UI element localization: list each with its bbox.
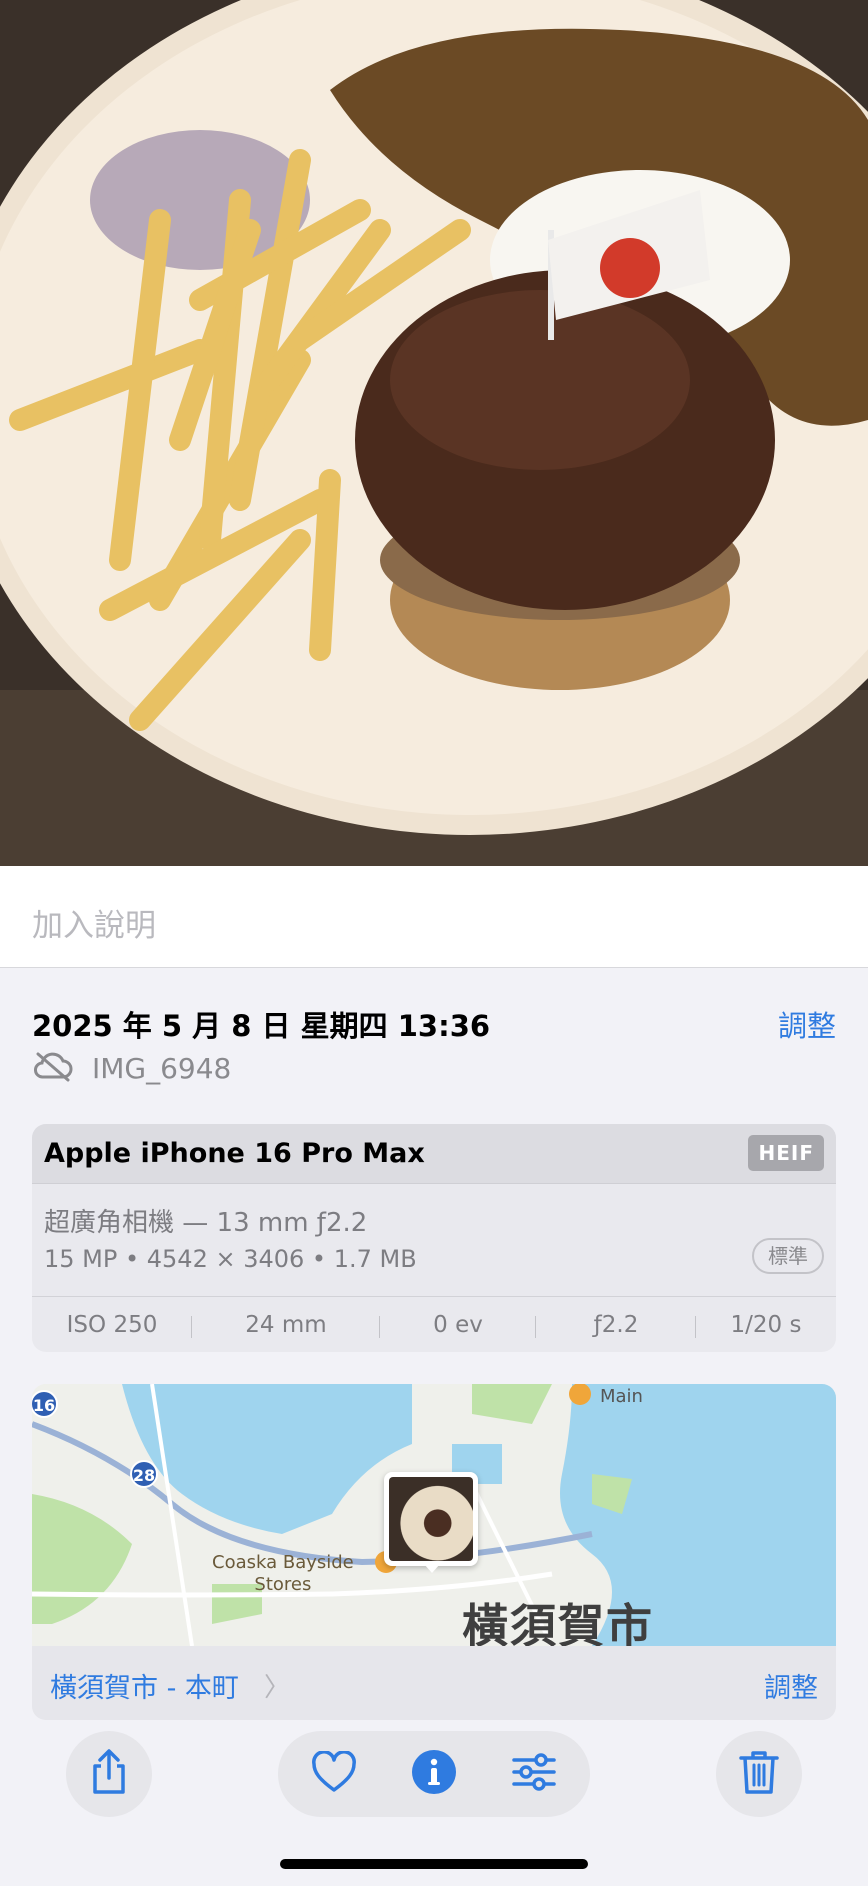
image-specs: 15 MP • 4542 × 3406 • 1.7 MB [44,1245,417,1273]
adjust-datetime-button[interactable]: 調整 [778,1003,836,1045]
location-map[interactable]: Main Coaska Bayside Stores 橫須賀市 16 28 [32,1384,836,1646]
format-badge: HEIF [748,1135,824,1171]
exif-exposure-bias: 0 ev [380,1312,536,1338]
poi-main-label: Main [600,1386,643,1407]
photo-location-pin[interactable] [384,1472,478,1566]
caption-input[interactable]: 加入說明 [32,900,156,945]
share-icon [87,1748,131,1800]
location-card: Main Coaska Bayside Stores 橫須賀市 16 28 橫須… [32,1384,836,1720]
photo-style-badge: 標準 [752,1238,824,1274]
favorite-button[interactable] [306,1746,362,1802]
device-name: Apple iPhone 16 Pro Max [44,1138,425,1169]
camera-metadata-card: Apple iPhone 16 Pro Max HEIF 超廣角相機 — 13 … [32,1124,836,1352]
location-footer[interactable]: 橫須賀市 - 本町 〉 調整 [32,1646,836,1720]
photo-info-screen: 加入說明 2025 年 5 月 8 日 星期四 13:36 調整 IMG_694… [0,0,868,1886]
lens-info: 超廣角相機 — 13 mm ƒ2.2 [44,1208,368,1238]
chevron-right-icon: 〉 [264,1673,291,1703]
caption-area[interactable]: 加入說明 [0,866,868,968]
info-icon [411,1749,457,1799]
file-row: IMG_6948 [32,1050,231,1086]
route-16-marker: 16 [32,1390,58,1418]
metadata-header: Apple iPhone 16 Pro Max HEIF [32,1124,836,1184]
photo-datetime: 2025 年 5 月 8 日 星期四 13:36 [32,1009,491,1043]
location-name[interactable]: 橫須賀市 - 本町 [50,1666,239,1705]
exif-iso: ISO 250 [32,1312,192,1338]
trash-icon [738,1748,780,1800]
photo-thumbnail [389,1477,473,1561]
exif-focal-length: 24 mm [192,1312,380,1338]
photo-view[interactable] [0,0,868,866]
file-name: IMG_6948 [92,1051,232,1085]
city-label: 橫須賀市 [462,1599,654,1646]
exif-row: ISO 250 24 mm 0 ev ƒ2.2 1/20 s [32,1296,836,1352]
edit-button[interactable] [506,1746,562,1802]
pin-pointer [424,1564,440,1573]
route-28-marker: 28 [130,1460,158,1488]
poi-stores-label: Coaska Bayside Stores [212,1552,354,1595]
photo-image [0,0,868,866]
icloud-off-icon [32,1050,74,1086]
delete-button[interactable] [716,1731,802,1817]
home-indicator[interactable] [280,1859,588,1869]
info-button[interactable] [406,1746,462,1802]
adjust-sliders-icon [511,1752,557,1796]
exif-aperture: ƒ2.2 [536,1312,696,1338]
adjust-location-button[interactable]: 調整 [764,1666,818,1705]
toolbar-group [278,1731,590,1817]
heart-icon [311,1750,357,1797]
share-button[interactable] [66,1731,152,1817]
exif-shutter-speed: 1/20 s [730,1311,802,1338]
